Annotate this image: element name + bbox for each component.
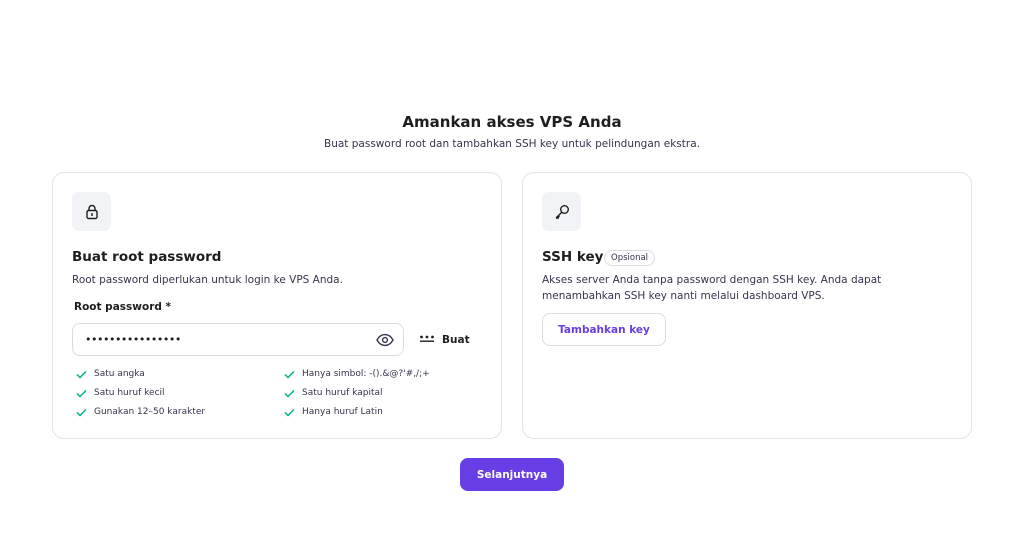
page-title: Amankan akses VPS Anda: [402, 113, 622, 131]
root-password-card: Buat root password Root password diperlu…: [52, 172, 502, 439]
lock-icon: [72, 192, 111, 231]
add-ssh-key-button[interactable]: Tambahkan key: [542, 313, 666, 346]
key-icon: [542, 192, 581, 231]
check-icon: [284, 387, 296, 399]
requirement-item: Hanya huruf Latin: [284, 406, 383, 418]
eye-icon[interactable]: [375, 331, 395, 349]
ssh-key-title: SSH key: [542, 249, 604, 265]
requirement-item: Hanya simbol: -().&@?'#,/;+: [284, 368, 430, 380]
requirement-label: Satu huruf kecil: [94, 388, 165, 398]
requirement-item: Satu angka: [76, 368, 145, 380]
requirement-item: Gunakan 12–50 karakter: [76, 406, 205, 418]
root-password-value[interactable]: ••••••••••••••••: [85, 333, 181, 346]
dots-icon: [419, 334, 435, 346]
requirement-label: Satu angka: [94, 369, 145, 379]
requirement-item: Satu huruf kapital: [284, 387, 383, 399]
optional-badge: Opsional: [604, 250, 656, 266]
check-icon: [284, 368, 296, 380]
requirement-label: Gunakan 12–50 karakter: [94, 407, 206, 417]
page-subtitle: Buat password root dan tambahkan SSH key…: [324, 138, 700, 150]
check-icon: [284, 406, 296, 418]
requirement-label: Hanya simbol: -().&@?'#,/;+: [302, 369, 430, 379]
ssh-key-card: SSH key Opsional Akses server Anda tanpa…: [522, 172, 972, 439]
root-password-description: Root password diperlukan untuk login ke …: [72, 274, 343, 286]
check-icon: [76, 368, 88, 380]
secure-vps-page: Amankan akses VPS Anda Buat password roo…: [0, 0, 1024, 554]
check-icon: [76, 406, 88, 418]
check-icon: [76, 387, 88, 399]
ssh-key-description: Akses server Anda tanpa password dengan …: [542, 274, 882, 302]
generate-password-label: Buat: [442, 334, 470, 346]
root-password-label: Root password *: [74, 301, 172, 313]
root-password-title: Buat root password: [72, 249, 222, 265]
root-password-input[interactable]: ••••••••••••••••: [72, 323, 404, 356]
requirement-label: Hanya huruf Latin: [302, 407, 383, 417]
requirement-label: Satu huruf kapital: [302, 388, 383, 398]
next-button[interactable]: Selanjutnya: [460, 458, 564, 491]
generate-password-button[interactable]: Buat: [419, 330, 470, 350]
requirement-item: Satu huruf kecil: [76, 387, 165, 399]
